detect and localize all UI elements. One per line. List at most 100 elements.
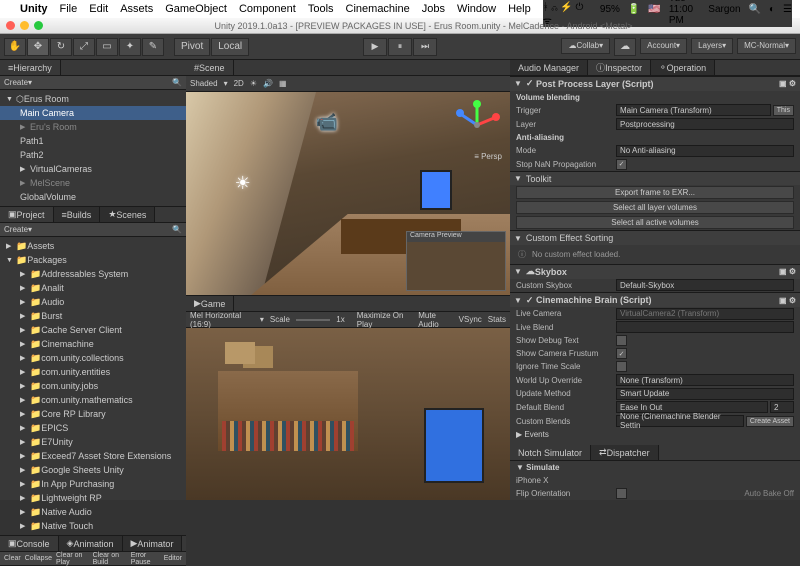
notch-simulator-tab[interactable]: Notch Simulator (510, 445, 591, 460)
custom-blends-field[interactable]: None (Cinemachine Blender Settin (616, 415, 744, 427)
package-item[interactable]: ▶📁 EPICS (0, 421, 186, 435)
transform-tool-button[interactable]: ✦ (119, 38, 141, 56)
sorting-header[interactable]: ▼Custom Effect Sorting (510, 230, 800, 245)
show-frustum-checkbox[interactable]: ✓ (616, 348, 627, 359)
custom-skybox-field[interactable]: Default-Skybox (616, 279, 794, 291)
rect-tool-button[interactable]: ▭ (96, 38, 118, 56)
game-viewport[interactable] (186, 328, 510, 500)
move-tool-button[interactable]: ✥ (27, 38, 49, 56)
package-item[interactable]: ▶📁 Exceed7 Asset Store Extensions (0, 449, 186, 463)
select-active-volumes-button[interactable]: Select all active volumes (516, 216, 794, 229)
hierarchy-item[interactable]: Path2 (0, 148, 186, 162)
package-item[interactable]: ▶📁 Cache Server Client (0, 323, 186, 337)
hierarchy-tree[interactable]: ▼⬡ Erus Room Main Camera ▶Eru's Room Pat… (0, 90, 186, 206)
layout-dropdown[interactable]: MC-Normal ▾ (737, 38, 796, 54)
account-dropdown[interactable]: Account ▾ (640, 38, 687, 54)
hierarchy-item[interactable]: Path1 (0, 134, 186, 148)
close-window-button[interactable] (6, 21, 15, 30)
collab-dropdown[interactable]: ☁ Collab ▾ (561, 38, 610, 54)
menu-component[interactable]: Component (239, 3, 296, 15)
console-clear-play[interactable]: Clear on Play (56, 552, 89, 566)
show-debug-checkbox[interactable] (616, 335, 627, 346)
package-item[interactable]: ▶📁 In App Purchasing (0, 477, 186, 491)
notifications-icon[interactable]: ☰ (783, 4, 792, 15)
project-tab[interactable]: ▣ Project (0, 207, 54, 222)
minimize-window-button[interactable] (20, 21, 29, 30)
package-item[interactable]: ▶📁 Google Sheets Unity (0, 463, 186, 477)
scene-fx-icon[interactable]: ▦ (279, 79, 287, 88)
input-flag[interactable]: 🇺🇸 (648, 4, 660, 15)
shaded-dropdown[interactable]: Shaded (190, 79, 218, 88)
package-item[interactable]: ▶📁 com.unity.jobs (0, 379, 186, 393)
pivot-toggle[interactable]: Pivot (174, 38, 210, 56)
package-item[interactable]: ▶📁 Addressables System (0, 267, 186, 281)
local-toggle[interactable]: Local (211, 38, 249, 56)
hierarchy-item[interactable]: ▶Eru's Room (0, 120, 186, 134)
hierarchy-item[interactable]: ▶MelScene (0, 176, 186, 190)
console-clear[interactable]: Clear (4, 555, 21, 562)
menu-tools[interactable]: Tools (308, 3, 334, 15)
toolkit-header[interactable]: ▼Toolkit (510, 171, 800, 186)
scene-tab[interactable]: # Scene (186, 60, 234, 75)
update-method-dropdown[interactable]: Smart Update (616, 388, 794, 400)
aa-mode-dropdown[interactable]: No Anti-aliasing (616, 145, 794, 157)
menu-jobs[interactable]: Jobs (422, 3, 445, 15)
component-header-skybox[interactable]: ▼☁ Skybox ▣ ⚙ (510, 264, 800, 279)
package-item[interactable]: ▶📁 Analit (0, 281, 186, 295)
audio-manager-tab[interactable]: Audio Manager (510, 60, 588, 75)
menu-gameobject[interactable]: GameObject (165, 3, 227, 15)
2d-toggle[interactable]: 2D (234, 79, 244, 88)
console-clear-build[interactable]: Clear on Build (93, 552, 127, 566)
console-tab[interactable]: ▣ Console (0, 536, 59, 551)
project-search-icon[interactable]: 🔍 (172, 225, 182, 234)
vsync-toggle[interactable]: VSync (459, 315, 482, 324)
project-create[interactable]: Create (4, 225, 28, 234)
trigger-field[interactable]: Main Camera (Transform) (616, 104, 771, 116)
inspector-tab[interactable]: ⓘ Inspector (588, 60, 651, 75)
hierarchy-item[interactable]: ▶VirtualCameras (0, 162, 186, 176)
hierarchy-search-icon[interactable]: 🔍 (172, 78, 182, 87)
scene-light-icon[interactable]: ☀ (250, 79, 257, 88)
gear-icon[interactable]: ▣ ⚙ (779, 79, 796, 88)
component-header-postprocess[interactable]: ▼✓ Post Process Layer (Script) ▣ ⚙ (510, 76, 800, 91)
package-item[interactable]: ▶📁 com.unity.collections (0, 351, 186, 365)
step-button[interactable]: ⏭ (413, 38, 437, 56)
export-exr-button[interactable]: Export frame to EXR... (516, 186, 794, 199)
this-button[interactable]: This (773, 105, 794, 116)
scene-root[interactable]: ▼⬡ Erus Room (0, 92, 186, 106)
package-item[interactable]: ▶📁 Core RP Library (0, 407, 186, 421)
blend-time-field[interactable]: 2 (770, 401, 794, 413)
create-asset-button[interactable]: Create Asset (746, 416, 794, 427)
app-name[interactable]: Unity (20, 3, 48, 15)
component-header-cinemachine[interactable]: ▼✓ Cinemachine Brain (Script) ▣ ⚙ (510, 292, 800, 307)
camera-gizmo-icon[interactable]: 📹 (316, 112, 338, 133)
package-item[interactable]: ▶📁 Cinemachine (0, 337, 186, 351)
menu-file[interactable]: File (60, 3, 78, 15)
custom-tool-button[interactable]: ✎ (142, 38, 164, 56)
maximize-window-button[interactable] (34, 21, 43, 30)
menu-assets[interactable]: Assets (120, 3, 153, 15)
hierarchy-create[interactable]: Create (4, 78, 28, 87)
play-button[interactable]: ▶ (363, 38, 387, 56)
ignore-timescale-checkbox[interactable] (616, 361, 627, 372)
orientation-gizmo[interactable] (452, 100, 502, 150)
clock[interactable]: Tue 11:00 PM (669, 0, 700, 26)
package-item[interactable]: ▶📁 Native Audio (0, 505, 186, 519)
worldup-field[interactable]: None (Transform) (616, 374, 794, 386)
package-item[interactable]: ▶📁 com.unity.entities (0, 365, 186, 379)
hierarchy-item[interactable]: Main Camera (0, 106, 186, 120)
stats-toggle[interactable]: Stats (488, 315, 506, 324)
select-layer-volumes-button[interactable]: Select all layer volumes (516, 201, 794, 214)
operation-tab[interactable]: ⚬ Operation (651, 60, 715, 75)
console-editor[interactable]: Editor (164, 555, 182, 562)
package-item[interactable]: ▶📁 com.unity.mathematics (0, 393, 186, 407)
package-item[interactable]: ▶📁 Lightweight RP (0, 491, 186, 505)
nan-checkbox[interactable]: ✓ (616, 159, 627, 170)
package-item[interactable]: ▶📁 Burst (0, 309, 186, 323)
hierarchy-tab[interactable]: ≡ Hierarchy (0, 60, 61, 75)
layers-dropdown[interactable]: Layers ▾ (691, 38, 733, 54)
animation-tab[interactable]: ◈ Animation (59, 536, 123, 551)
hierarchy-item[interactable]: GlobalVolume (0, 190, 186, 204)
mute-toggle[interactable]: Mute Audio (418, 311, 452, 329)
gear-icon[interactable]: ▣ ⚙ (779, 296, 796, 305)
